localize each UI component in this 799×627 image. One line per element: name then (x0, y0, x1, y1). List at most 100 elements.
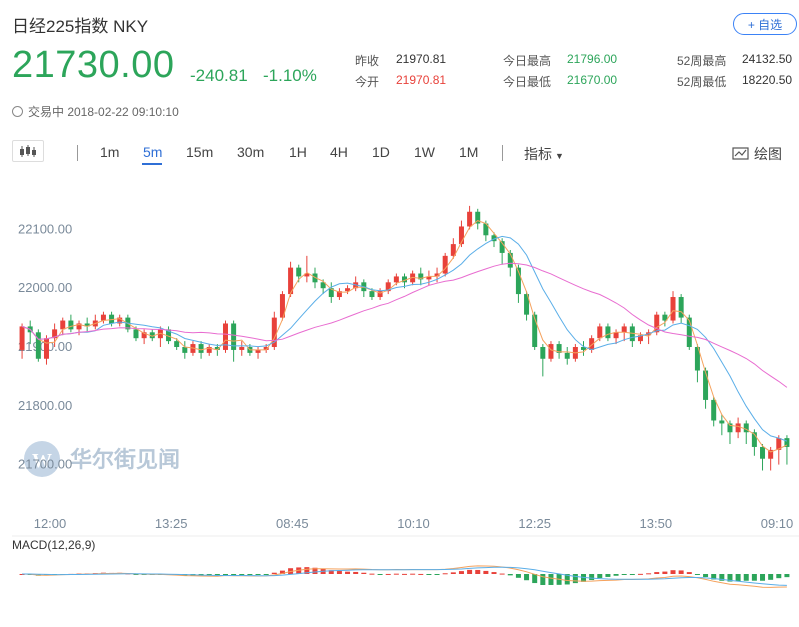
macd-histogram-bar (507, 574, 513, 576)
candle-body (296, 267, 302, 277)
macd-histogram-bar (524, 574, 530, 581)
macd-histogram-bar (483, 570, 489, 574)
candle-body (507, 252, 513, 268)
candle-body (369, 291, 375, 298)
draw-tool-button[interactable]: 绘图 (732, 144, 782, 164)
candle-body (548, 344, 554, 359)
macd-histogram-bar (499, 573, 505, 575)
macd-histogram-bar (646, 573, 652, 575)
macd-histogram-bar (597, 574, 603, 578)
candle-body (540, 347, 546, 359)
timeframe-1m[interactable]: 1m (100, 144, 119, 160)
add-watchlist-button[interactable]: + 自选 (733, 13, 797, 35)
indicator-menu[interactable]: 指标 ▼ (524, 144, 564, 164)
candle-body (621, 326, 627, 333)
trading-status: 交易中 2018-02-22 09:10:10 (12, 103, 179, 120)
active-timeframe-indicator (142, 163, 162, 165)
macd-histogram-bar (572, 574, 578, 584)
candle-body (100, 314, 106, 321)
macd-histogram-bar (475, 569, 481, 574)
timeframe-1m-month[interactable]: 1M (459, 144, 478, 160)
macd-histogram-bar (637, 573, 643, 575)
stat-value-day-high: 21796.00 (567, 52, 618, 66)
candle-body (239, 347, 245, 350)
candle-body (760, 446, 766, 459)
x-axis-labels: 12:00 13:25 08:45 10:10 12:25 13:50 09:10 (34, 516, 794, 531)
chart-draw-icon (732, 147, 749, 160)
macd-histogram-bar (662, 571, 668, 574)
macd-histogram-bar (458, 571, 464, 574)
macd-histogram-bar (621, 574, 627, 575)
candle-body (60, 320, 66, 330)
macd-histogram-bar (393, 573, 399, 575)
candle-body (222, 323, 228, 350)
candle-body (735, 423, 741, 433)
candle-body (678, 297, 684, 318)
macd-histogram-bar (694, 574, 700, 575)
x-tick-label: 12:25 (518, 516, 551, 531)
macd-histogram-bar (735, 574, 741, 582)
ma-mid-line (21, 235, 788, 442)
stat-label-day-high: 今日最高 (503, 54, 552, 68)
price-chart[interactable]: W 华尔街见闻 22100.0022000.0021900.0021800.00… (12, 180, 799, 622)
caret-down-icon: ▼ (555, 151, 564, 161)
macd-histogram-bar (442, 573, 448, 575)
macd-histogram-bar (467, 569, 473, 574)
macd-histogram-bar (222, 574, 228, 575)
stat-value-prev-close: 21970.81 (396, 52, 447, 66)
macd-histogram-bar (776, 574, 782, 579)
watermark-text: 华尔街见闻 (70, 447, 180, 472)
macd-histogram-bar (418, 573, 424, 575)
timeframe-30m[interactable]: 30m (237, 144, 264, 160)
stat-label-52w-high: 52周最高 (677, 54, 727, 68)
timeframe-1d[interactable]: 1D (372, 144, 390, 160)
macd-histogram-bar (703, 574, 709, 578)
stat-label-prev-close: 昨收 (355, 54, 380, 68)
macd-histogram-bar (410, 573, 416, 575)
macd-histogram-bar (629, 574, 635, 575)
macd-histogram-bar (426, 574, 432, 575)
timeframe-4h[interactable]: 4H (330, 144, 348, 160)
macd-histogram-bar (377, 574, 383, 575)
macd-label: MACD(12,26,9) (12, 538, 95, 552)
macd-histogram-bar (263, 574, 269, 575)
macd-histogram-bar (515, 574, 521, 578)
stat-label-52w-low: 52周最低 (677, 75, 727, 89)
macd-histogram-bar (686, 572, 692, 574)
y-tick-label: 21800.00 (18, 398, 72, 413)
timeframe-1w[interactable]: 1W (414, 144, 435, 160)
macd-histogram-bar (784, 574, 790, 578)
macd-histogram-bar (450, 572, 456, 574)
macd-histogram-bar (613, 574, 619, 576)
chart-type-button[interactable] (12, 140, 44, 162)
timeframe-1h[interactable]: 1H (289, 144, 307, 160)
macd-histogram-bar (353, 571, 359, 574)
macd-histogram-bar (369, 573, 375, 575)
candle-body (133, 329, 139, 339)
trading-status-text: 交易中 2018-02-22 09:10:10 (28, 105, 179, 119)
candle-body (719, 420, 725, 424)
macd-histogram-bar (760, 574, 766, 581)
y-tick-label: 21700.00 (18, 457, 72, 472)
macd-dif-line (22, 565, 787, 588)
draw-label: 绘图 (754, 146, 782, 162)
timeframe-15m[interactable]: 15m (186, 144, 213, 160)
toolbar-divider (77, 145, 78, 161)
macd-histogram-bar (532, 574, 538, 584)
macd-histogram-bar (336, 571, 342, 574)
stat-label-day-low: 今日最低 (503, 75, 552, 89)
x-tick-label: 13:25 (155, 516, 188, 531)
price-change-percent: -1.10% (263, 66, 317, 85)
current-price: 21730.00 (12, 44, 175, 86)
candle-body (182, 347, 188, 353)
y-tick-label: 22000.00 (18, 280, 72, 295)
instrument-title: 日经225指数 NKY (12, 17, 149, 36)
macd-histogram-bar (670, 570, 676, 574)
timeframe-5m[interactable]: 5m (143, 144, 162, 160)
macd-histogram-bar (345, 571, 351, 574)
macd-histogram-bar (361, 572, 367, 574)
x-tick-label: 13:50 (640, 516, 673, 531)
stat-label-open: 今开 (355, 75, 380, 89)
clock-icon (12, 106, 23, 117)
candle-body (35, 332, 41, 359)
